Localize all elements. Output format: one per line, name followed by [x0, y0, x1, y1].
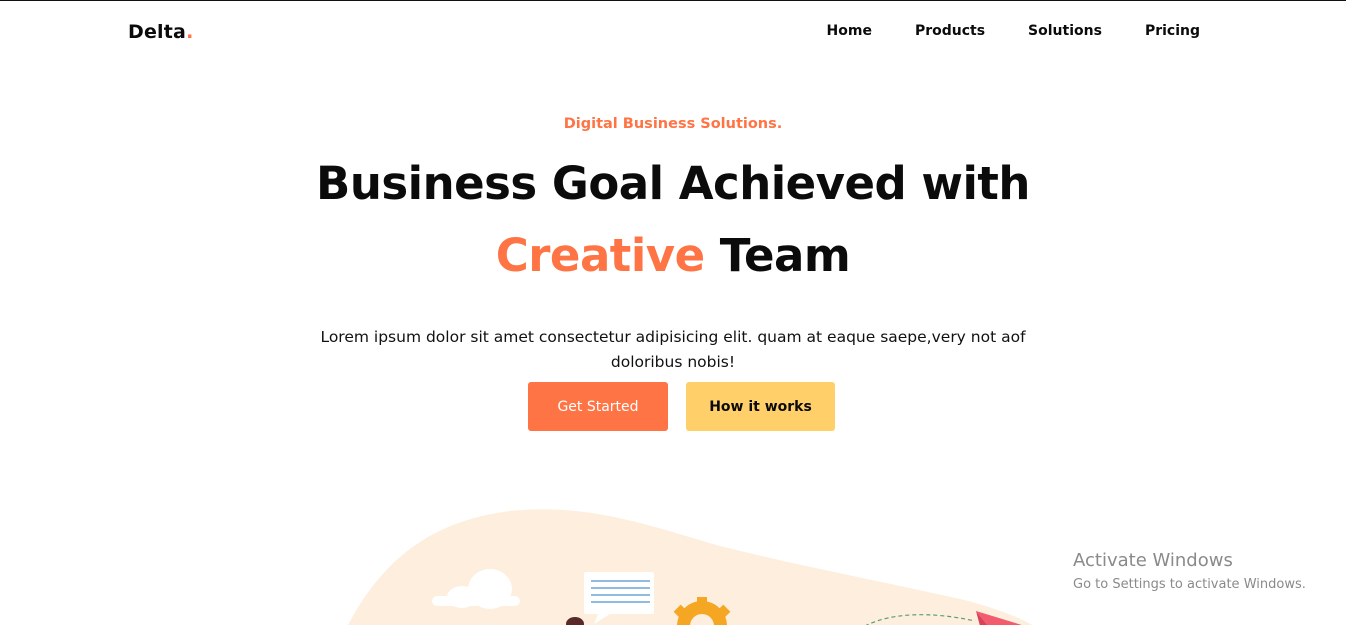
hero-description: Lorem ipsum dolor sit amet consectetur a… — [320, 327, 1026, 371]
headline-rest: Team — [704, 229, 851, 282]
watermark-subtitle: Go to Settings to activate Windows. — [1073, 577, 1306, 592]
watermark-title: Activate Windows — [1073, 550, 1233, 571]
headline-accent: Creative — [495, 229, 705, 282]
nav-home[interactable]: Home — [827, 23, 872, 39]
activate-windows-watermark: Activate Windows Go to Settings to activ… — [1073, 550, 1306, 595]
hero-headline-line2: Creative Team — [0, 233, 1346, 278]
main-nav: Home Products Solutions Pricing — [784, 23, 1200, 39]
hero-headline-line1: Business Goal Achieved with — [316, 157, 1030, 210]
nav-pricing[interactable]: Pricing — [1145, 23, 1200, 39]
get-started-button[interactable]: Get Started — [528, 382, 668, 431]
nav-products[interactable]: Products — [915, 23, 985, 39]
nav-solutions[interactable]: Solutions — [1028, 23, 1102, 39]
logo-dot: . — [186, 21, 194, 43]
logo-text: Delta — [128, 21, 187, 43]
hero-eyebrow: Digital Business Solutions. — [563, 116, 783, 132]
how-it-works-button[interactable]: How it works — [686, 382, 835, 431]
site-logo[interactable]: Delta. — [128, 21, 194, 43]
landing-page: Delta. Home Products Solutions Pricing D… — [0, 0, 1346, 625]
